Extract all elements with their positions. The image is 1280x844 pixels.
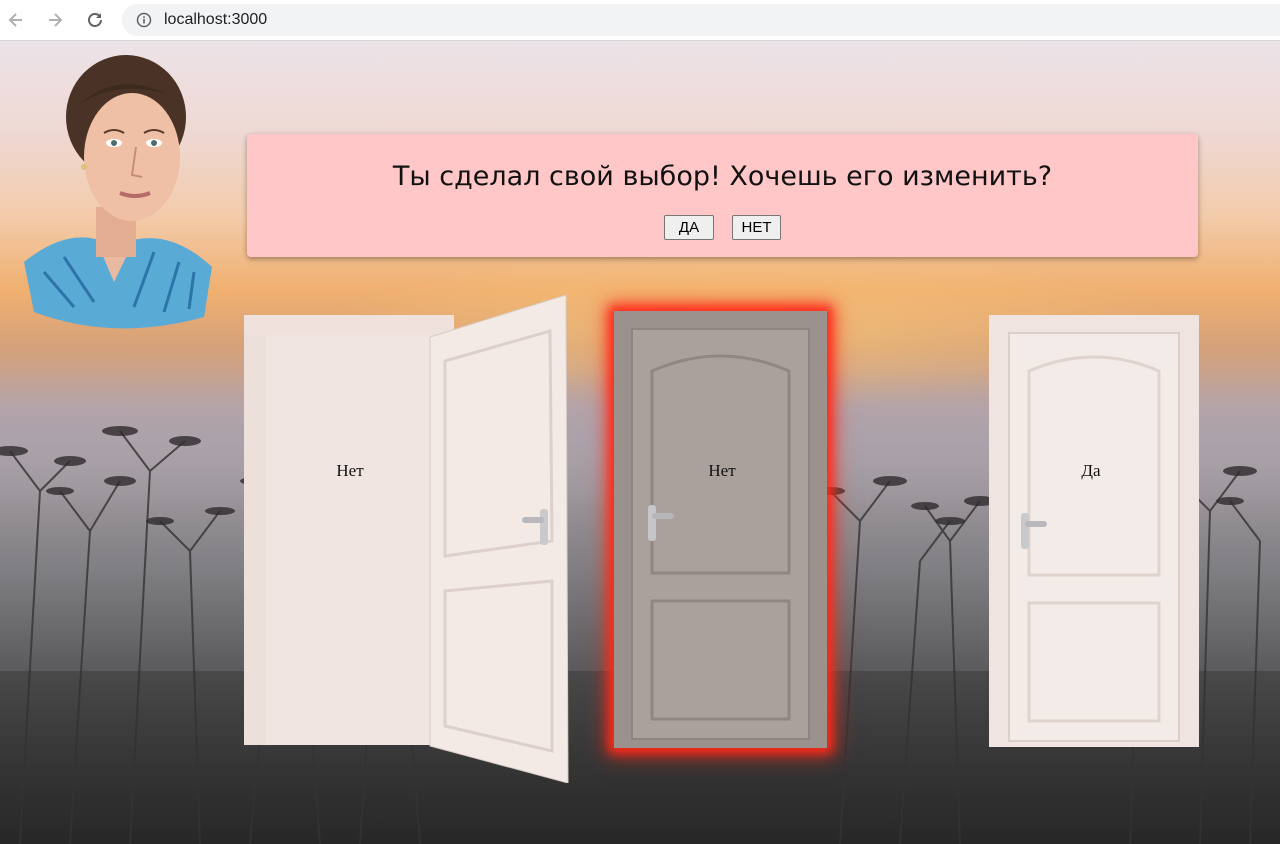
url-text[interactable]: localhost:3000 — [164, 10, 267, 30]
no-button[interactable]: НЕТ — [732, 215, 781, 240]
woman-portrait — [24, 55, 212, 329]
yes-button[interactable]: ДА — [664, 215, 714, 240]
browser-toolbar: localhost:3000 — [0, 0, 1280, 41]
reload-icon — [88, 13, 102, 27]
door-2-selected[interactable] — [614, 311, 827, 748]
back-button[interactable] — [4, 8, 28, 32]
choice-dialog: Ты сделал свой выбор! Хочешь его изменит… — [247, 134, 1198, 257]
door-1-label: Нет — [336, 461, 364, 480]
arrow-left-icon — [8, 13, 22, 27]
dialog-buttons: ДА НЕТ — [247, 215, 1198, 240]
dialog-question: Ты сделал свой выбор! Хочешь его изменит… — [392, 161, 1053, 192]
arrow-right-icon — [49, 13, 63, 27]
door-1-window — [266, 337, 431, 745]
door-3-label: Да — [1081, 461, 1101, 480]
address-bar[interactable]: localhost:3000 — [122, 4, 1280, 36]
door-2-label: Нет — [708, 461, 736, 480]
forward-button[interactable] — [43, 8, 67, 32]
game-scene: Ты сделал свой выбор! Хочешь его изменит… — [0, 41, 1280, 844]
reload-button[interactable] — [83, 8, 107, 32]
info-icon[interactable] — [136, 12, 152, 28]
door-3-closed[interactable] — [989, 315, 1199, 747]
